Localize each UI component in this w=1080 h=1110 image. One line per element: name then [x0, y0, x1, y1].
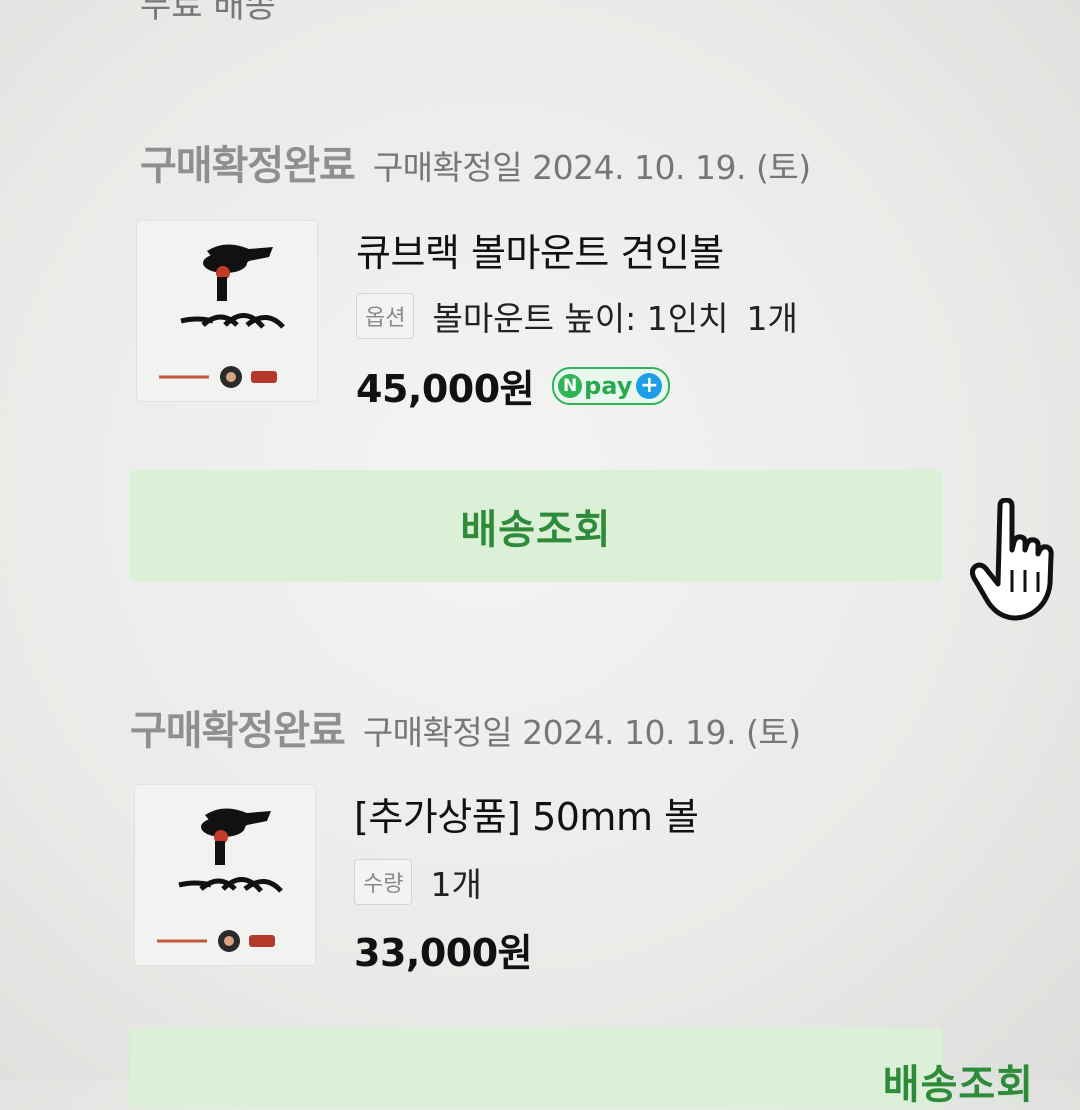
product-logo-icon [159, 244, 285, 388]
price-row: 45,000원 N pay + [356, 358, 671, 413]
order-status: 구매확정완료 [130, 708, 346, 754]
confirm-date: 구매확정일 2024. 10. 19. (토) [372, 148, 811, 187]
option-value: 1개 [430, 865, 482, 904]
npay-n-icon: N [558, 373, 583, 398]
product-name[interactable]: 큐브랙 볼마운트 견인볼 [356, 222, 724, 277]
option-value: 볼마운트 높이: 1인치 [432, 299, 729, 338]
quantity: 1개 [746, 299, 798, 338]
order-status-row: 구매확정완료 구매확정일 2024. 10. 19. (토) [140, 133, 811, 191]
confirm-date: 구매확정일 2024. 10. 19. (토) [362, 713, 801, 752]
npay-badge: N pay + [552, 366, 671, 405]
price-row: 33,000원 [354, 922, 533, 977]
product-logo-icon [157, 808, 283, 952]
option-tag: 옵션 [356, 293, 415, 339]
option-row: 옵션 볼마운트 높이: 1인치 1개 [356, 292, 798, 340]
previous-shipping-label: 무료 배송 [140, 0, 276, 26]
product-thumbnail[interactable] [134, 784, 316, 966]
option-tag: 수량 [354, 859, 413, 905]
product-name[interactable]: [추가상품] 50mm 볼 [354, 786, 699, 841]
price: 45,000원 [356, 367, 535, 411]
price: 33,000원 [354, 931, 533, 975]
order-status: 구매확정완료 [140, 143, 356, 189]
product-thumbnail[interactable] [136, 220, 318, 402]
order-status-row: 구매확정완료 구매확정일 2024. 10. 19. (토) [130, 698, 801, 756]
npay-text: pay [584, 371, 633, 400]
npay-plus-icon: + [636, 372, 663, 399]
track-shipping-button[interactable]: 배송조회 [130, 1028, 1033, 1108]
option-row: 수량 1개 [354, 858, 482, 906]
track-shipping-label: 배송조회 [882, 1062, 1034, 1108]
hand-pointer-icon [970, 498, 1054, 621]
track-shipping-button[interactable]: 배송조회 [130, 470, 942, 582]
